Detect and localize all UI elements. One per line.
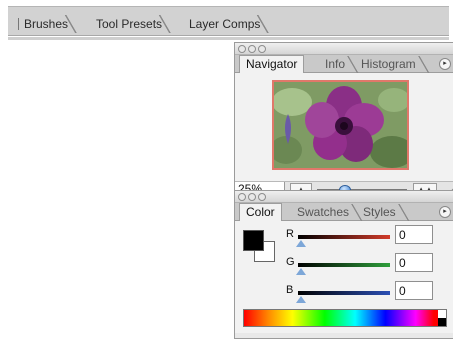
blue-value-field[interactable]: 0 (395, 281, 433, 300)
well-tab-label: Layer Comps (189, 17, 261, 31)
color-body: R 0 G 0 B 0 (235, 221, 453, 333)
green-slider-track[interactable] (298, 263, 390, 267)
well-tab-brushes[interactable]: Brushes (18, 15, 79, 33)
red-slider-thumb[interactable] (296, 240, 306, 247)
channel-label: R (286, 228, 294, 240)
green-slider-thumb[interactable] (296, 268, 306, 275)
tab-edge-icon (417, 56, 430, 73)
tab-color[interactable]: Color (239, 203, 282, 222)
color-palette: Color Swatches Styles ▸ R 0 G 0 B 0 (234, 190, 453, 339)
palette-menu-icon[interactable]: ▸ (439, 206, 451, 218)
well-tab-layer-comps[interactable]: Layer Comps (183, 15, 271, 33)
navigator-tab-row: Navigator Info Histogram ▸ (235, 55, 453, 74)
red-channel: R 0 (235, 225, 453, 249)
close-icon[interactable] (238, 45, 246, 53)
tab-edge-icon (64, 15, 79, 33)
tab-label: Swatches (297, 205, 350, 219)
blue-channel: B 0 (235, 281, 453, 305)
tab-swatches[interactable]: Swatches (291, 204, 364, 221)
tab-label: Info (325, 57, 346, 71)
red-slider-track[interactable] (298, 235, 390, 239)
channel-label: B (286, 284, 294, 296)
tab-edge-icon (158, 15, 173, 33)
zoom-icon[interactable] (258, 193, 266, 201)
well-tab-label: Brushes (24, 17, 69, 31)
tab-styles[interactable]: Styles (357, 204, 410, 221)
navigator-preview-area (235, 73, 453, 181)
tab-label: Styles (363, 205, 396, 219)
flower-image (274, 82, 407, 168)
green-value-field[interactable]: 0 (395, 253, 433, 272)
palette-well: Brushes Tool Presets Layer Comps (8, 6, 449, 40)
zoom-icon[interactable] (258, 45, 266, 53)
tab-separator (18, 18, 19, 30)
tab-info[interactable]: Info (319, 56, 360, 73)
tab-navigator[interactable]: Navigator (239, 55, 305, 74)
tab-histogram[interactable]: Histogram (355, 56, 430, 73)
well-divider (8, 37, 449, 40)
blue-slider-track[interactable] (298, 291, 390, 295)
well-tab-tool-presets[interactable]: Tool Presets (90, 15, 173, 33)
red-value-field[interactable]: 0 (395, 225, 433, 244)
palette-menu-icon[interactable]: ▸ (439, 58, 451, 70)
color-tab-row: Color Swatches Styles ▸ (235, 203, 453, 222)
tab-edge-icon (256, 15, 271, 33)
tab-edge-icon (397, 204, 410, 221)
green-channel: G 0 (235, 253, 453, 277)
black-white-ramp[interactable] (438, 310, 446, 326)
well-tab-label: Tool Presets (96, 17, 163, 31)
minimize-icon[interactable] (248, 45, 256, 53)
navigator-palette: Navigator Info Histogram ▸ 25% (234, 42, 453, 199)
close-icon[interactable] (238, 193, 246, 201)
color-spectrum-bar[interactable] (243, 309, 447, 327)
tab-label: Navigator (246, 57, 298, 71)
palette-titlebar[interactable] (235, 43, 453, 55)
palette-titlebar[interactable] (235, 191, 453, 203)
tab-label: Histogram (361, 57, 416, 71)
minimize-icon[interactable] (248, 193, 256, 201)
blue-slider-thumb[interactable] (296, 296, 306, 303)
channel-label: G (286, 256, 295, 268)
tab-label: Color (246, 205, 275, 219)
petunia-flower-thumbnail[interactable] (272, 80, 409, 170)
